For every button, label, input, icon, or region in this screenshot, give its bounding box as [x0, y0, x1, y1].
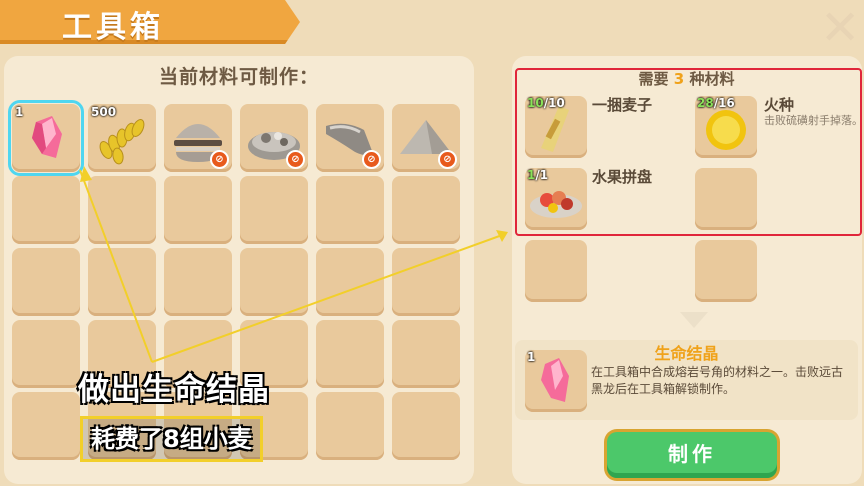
- annotation-lines: [79, 166, 508, 363]
- annotation-line: [151, 233, 506, 363]
- overlay-caption-main: 做出生命结晶: [78, 372, 270, 408]
- overlay-caption-sub: 耗费了8组小麦: [80, 416, 263, 462]
- annotation-line: [79, 169, 153, 363]
